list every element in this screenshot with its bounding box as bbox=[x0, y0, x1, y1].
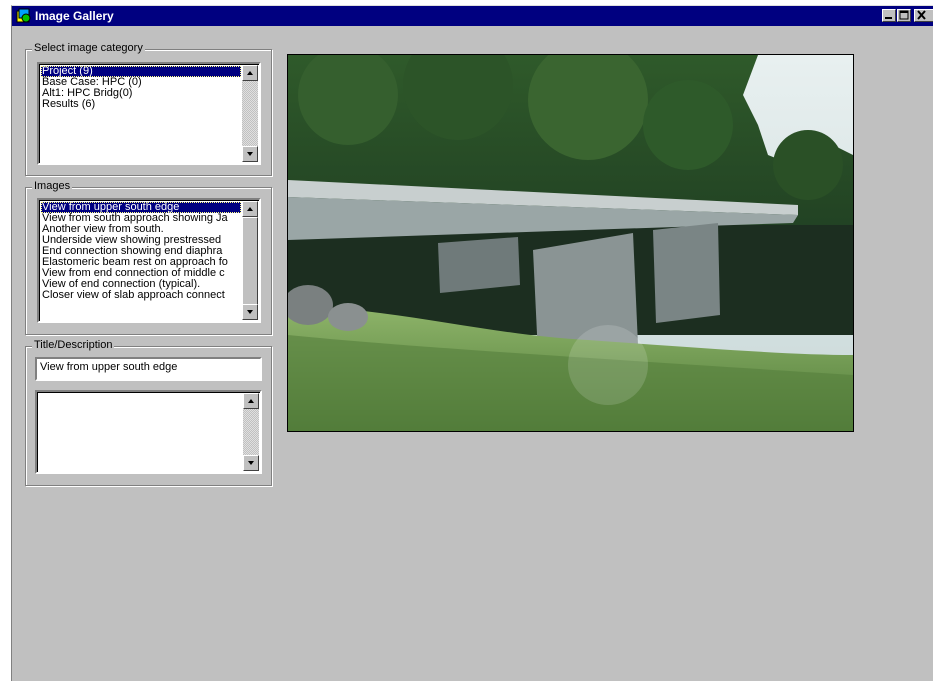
image-gallery-window: Image Gallery Select image category Proj… bbox=[11, 5, 933, 681]
close-icon bbox=[917, 10, 926, 20]
list-item[interactable]: Closer view of slab approach connect bbox=[41, 290, 241, 301]
images-listbox[interactable]: View from upper south edge View from sout… bbox=[37, 198, 261, 323]
list-item[interactable]: Results (6) bbox=[41, 99, 241, 110]
images-group-label: Images bbox=[32, 180, 73, 192]
category-list: Project (9) Base Case: HPC (0) Alt1: HPC B… bbox=[41, 66, 241, 110]
category-scrollbar[interactable] bbox=[242, 65, 258, 162]
bridge-photo bbox=[287, 54, 854, 432]
arrow-up-icon bbox=[248, 399, 254, 403]
list-item[interactable]: Base Case: HPC (0) bbox=[41, 77, 241, 88]
description-scroll-up-button[interactable] bbox=[243, 393, 259, 409]
description-textarea[interactable] bbox=[35, 390, 262, 474]
category-scroll-up-button[interactable] bbox=[242, 65, 258, 81]
images-scroll-up-button[interactable] bbox=[242, 201, 258, 217]
maximize-button[interactable] bbox=[897, 9, 911, 22]
images-scroll-thumb[interactable] bbox=[242, 217, 258, 306]
category-group-label: Select image category bbox=[32, 42, 145, 54]
list-item[interactable]: Alt1: HPC Bridg(0) bbox=[41, 88, 241, 99]
description-group: Title/Description View from upper south … bbox=[25, 339, 272, 486]
list-item[interactable]: View from upper south edge bbox=[41, 202, 241, 213]
description-scroll-down-button[interactable] bbox=[243, 455, 259, 471]
category-listbox[interactable]: Project (9) Base Case: HPC (0) Alt1: HPC B… bbox=[37, 62, 261, 165]
description-group-label: Title/Description bbox=[32, 339, 115, 351]
list-item[interactable]: Project (9) bbox=[41, 66, 241, 77]
description-scrollbar[interactable] bbox=[243, 393, 259, 471]
arrow-down-icon bbox=[247, 152, 253, 156]
minimize-button[interactable] bbox=[882, 9, 896, 22]
list-item[interactable]: Underside view showing prestressed bbox=[41, 235, 241, 246]
images-scrollbar[interactable] bbox=[242, 201, 258, 320]
images-group: Images View from upper south edge View fr… bbox=[25, 180, 272, 335]
list-item[interactable]: View of end connection (typical). bbox=[41, 279, 241, 290]
close-button[interactable] bbox=[914, 9, 933, 22]
window-title: Image Gallery bbox=[35, 9, 114, 23]
list-item[interactable]: Elastomeric beam rest on approach fo bbox=[41, 257, 241, 268]
list-item[interactable]: View from south approach showing Ja bbox=[41, 213, 241, 224]
images-scroll-down-button[interactable] bbox=[242, 304, 258, 320]
arrow-down-icon bbox=[248, 461, 254, 465]
title-input[interactable]: View from upper south edge bbox=[35, 357, 262, 381]
category-group: Select image category Project (9) Base Ca… bbox=[25, 42, 272, 176]
category-scroll-down-button[interactable] bbox=[242, 146, 258, 162]
list-item[interactable]: View from end connection of middle c bbox=[41, 268, 241, 279]
maximize-icon bbox=[899, 10, 909, 20]
images-list: View from upper south edge View from sout… bbox=[41, 202, 241, 301]
arrow-down-icon bbox=[247, 310, 253, 314]
minimize-icon bbox=[885, 17, 892, 19]
bridge-photo-image bbox=[288, 55, 853, 431]
app-icon bbox=[16, 8, 31, 23]
title-bar[interactable]: Image Gallery bbox=[12, 6, 933, 26]
list-item[interactable]: Another view from south. bbox=[41, 224, 241, 235]
arrow-up-icon bbox=[247, 71, 253, 75]
arrow-up-icon bbox=[247, 207, 253, 211]
list-item[interactable]: End connection showing end diaphra bbox=[41, 246, 241, 257]
